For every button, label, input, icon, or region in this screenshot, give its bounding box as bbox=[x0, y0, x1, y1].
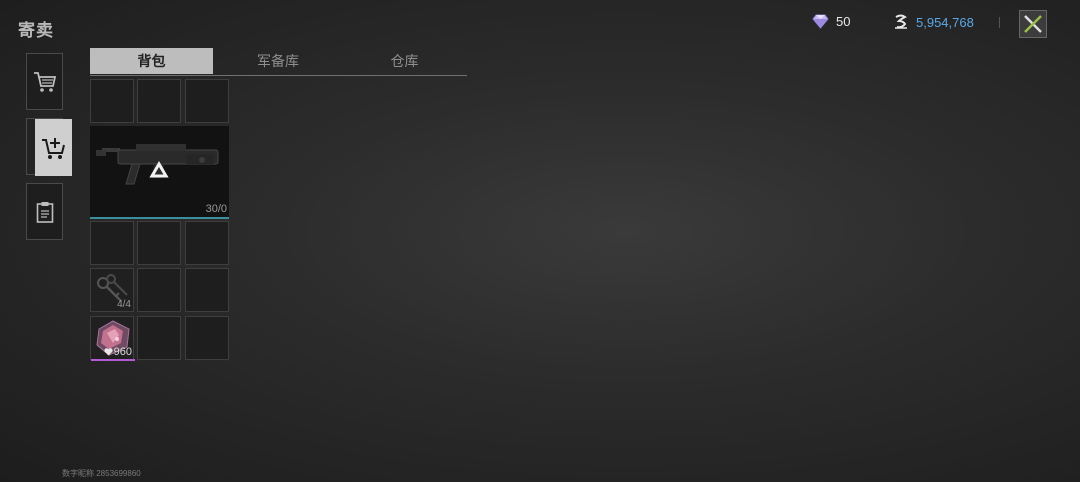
keys-count: 4/4 bbox=[117, 299, 131, 310]
crystal-count: 960 bbox=[113, 346, 132, 358]
sidebar-active-highlight bbox=[35, 119, 72, 176]
shopping-cart-icon bbox=[33, 71, 56, 92]
tab-warehouse[interactable]: 仓库 bbox=[343, 48, 466, 74]
sidebar-item-records[interactable] bbox=[26, 183, 63, 240]
weapon-ammo-count: 30/0 bbox=[205, 203, 227, 215]
close-icon bbox=[1024, 15, 1042, 33]
sidebar-item-consign[interactable] bbox=[26, 118, 72, 176]
inventory-tabs: 背包 军备库 仓库 bbox=[90, 48, 467, 76]
gem-count: 50 bbox=[836, 14, 851, 29]
inventory-slot[interactable] bbox=[185, 79, 229, 123]
cart-add-icon bbox=[41, 137, 65, 159]
inventory-slot[interactable] bbox=[185, 268, 229, 312]
smg-weapon-icon bbox=[96, 144, 219, 185]
gem-balance: 50 bbox=[812, 14, 850, 29]
inventory-slot[interactable] bbox=[137, 79, 181, 123]
coin-icon bbox=[895, 14, 907, 29]
weapon-slot-smg[interactable]: 30/0 bbox=[90, 126, 229, 219]
inventory-slot[interactable] bbox=[137, 316, 181, 360]
crystal-rarity-bar bbox=[91, 359, 135, 361]
tab-backpack[interactable]: 背包 bbox=[90, 48, 213, 74]
page-title: 寄卖 bbox=[18, 21, 54, 40]
inventory-slot[interactable] bbox=[137, 268, 181, 312]
header-divider bbox=[999, 17, 1000, 28]
coin-count: 5,954,768 bbox=[916, 14, 974, 30]
tab-armory[interactable]: 军备库 bbox=[213, 48, 343, 74]
sidebar-item-shop[interactable] bbox=[26, 53, 63, 110]
player-id-footer: 数字昵称 2853699860 bbox=[62, 469, 141, 478]
clipboard-icon bbox=[36, 201, 53, 223]
inventory-slot[interactable] bbox=[137, 221, 181, 265]
inventory-slot[interactable] bbox=[185, 316, 229, 360]
heart-icon bbox=[104, 348, 113, 356]
close-button[interactable] bbox=[1019, 10, 1047, 38]
coin-balance: 5,954,768 bbox=[893, 14, 974, 30]
crystal-value: 960 bbox=[104, 346, 132, 358]
inventory-slot[interactable] bbox=[90, 221, 134, 265]
diamond-icon bbox=[812, 14, 829, 29]
inventory-slot-crystal[interactable]: 960 bbox=[90, 316, 135, 361]
inventory-slot-keys[interactable]: 4/4 bbox=[90, 268, 134, 312]
inventory-slot[interactable] bbox=[90, 79, 134, 123]
inventory-slot[interactable] bbox=[185, 221, 229, 265]
